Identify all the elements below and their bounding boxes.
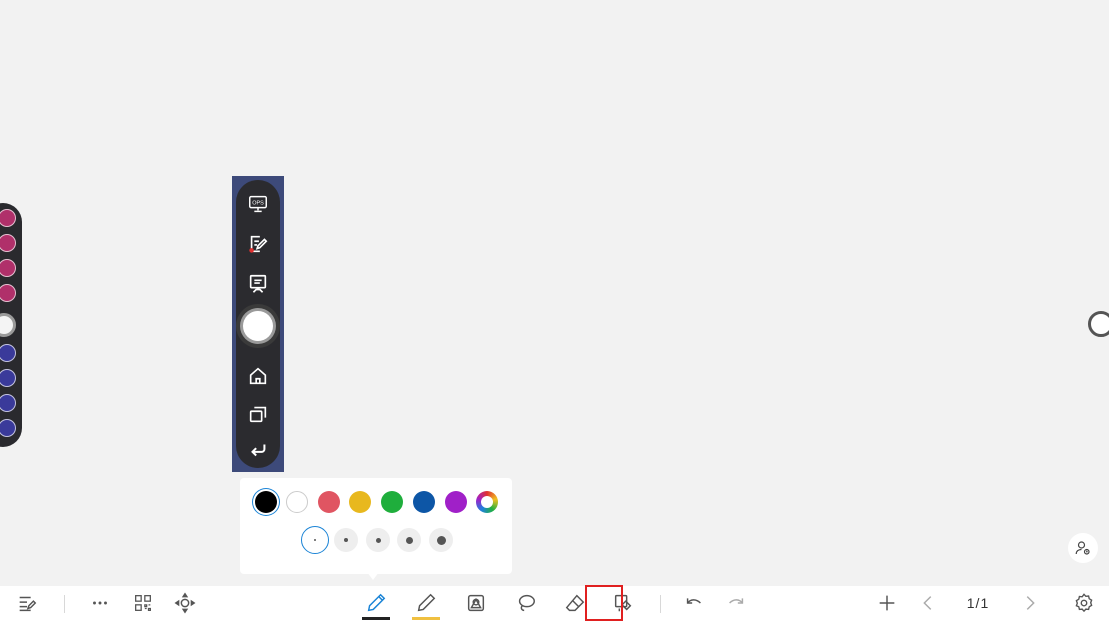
eraser-icon[interactable]	[560, 586, 590, 620]
color-swatch-red[interactable]	[318, 491, 340, 513]
color-swatch-white[interactable]	[286, 491, 308, 513]
menu-list-icon[interactable]	[12, 586, 42, 620]
side-shortcut-strip[interactable]	[0, 203, 22, 447]
move-icon[interactable]	[172, 586, 198, 620]
annotation-icon[interactable]	[240, 226, 276, 262]
lasso-icon[interactable]	[512, 586, 540, 620]
whiteboard-canvas[interactable]	[0, 0, 1109, 586]
side-floating-ball-icon[interactable]	[0, 313, 16, 337]
right-floating-ball-icon[interactable]	[1088, 311, 1109, 337]
side-shortcut-6-icon[interactable]	[0, 369, 16, 387]
color-picker-rainbow[interactable]	[476, 491, 498, 513]
back-icon[interactable]	[240, 432, 276, 468]
whiteboard-icon[interactable]	[240, 266, 276, 302]
color-swatch-green[interactable]	[381, 491, 403, 513]
size-option-m[interactable]	[366, 528, 390, 552]
ops-monitor-icon[interactable]: OPS	[240, 186, 276, 222]
side-shortcut-5-icon[interactable]	[0, 344, 16, 362]
next-page-icon[interactable]	[1018, 586, 1042, 620]
eraser-settings-icon[interactable]	[608, 586, 638, 620]
size-option-s[interactable]	[334, 528, 358, 552]
home-icon[interactable]	[240, 358, 276, 394]
floating-ball-icon[interactable]	[236, 304, 280, 348]
side-shortcut-8-icon[interactable]	[0, 419, 16, 437]
toolbar-divider	[660, 595, 661, 613]
user-login-button[interactable]	[1068, 533, 1098, 563]
side-shortcut-1-icon[interactable]	[0, 209, 16, 227]
page-indicator: 1/1	[956, 586, 1000, 620]
bottom-toolbar: 1/1	[0, 586, 1109, 620]
color-swatch-yellow[interactable]	[349, 491, 371, 513]
ops-label: OPS	[252, 200, 264, 206]
color-swatch-purple[interactable]	[445, 491, 467, 513]
size-option-l[interactable]	[397, 528, 421, 552]
highlighter-icon[interactable]	[412, 586, 440, 620]
quick-menu: OPS	[232, 176, 284, 472]
user-icon	[1075, 541, 1090, 555]
toolbar-divider	[64, 595, 65, 613]
pen-settings-popup	[240, 478, 512, 580]
color-swatch-blue[interactable]	[413, 491, 435, 513]
quick-menu-panel: OPS	[236, 180, 280, 468]
prev-page-icon[interactable]	[916, 586, 940, 620]
page-indicator-text: 1/1	[966, 595, 990, 611]
side-shortcut-3-icon[interactable]	[0, 259, 16, 277]
undo-icon[interactable]	[680, 586, 708, 620]
shape-icon[interactable]	[462, 586, 490, 620]
pen-icon[interactable]	[362, 586, 390, 620]
side-shortcut-4-icon[interactable]	[0, 284, 16, 302]
popup-pointer	[367, 572, 379, 580]
color-swatch-black[interactable]	[255, 491, 277, 513]
multitask-icon[interactable]	[240, 396, 276, 432]
size-option-xl[interactable]	[429, 528, 453, 552]
more-icon[interactable]	[88, 586, 112, 620]
settings-icon[interactable]	[1070, 586, 1098, 620]
side-shortcut-7-icon[interactable]	[0, 394, 16, 412]
redo-icon[interactable]	[722, 586, 750, 620]
add-page-icon[interactable]	[874, 586, 900, 620]
qr-code-icon[interactable]	[130, 586, 156, 620]
size-option-xs[interactable]	[301, 526, 329, 554]
side-shortcut-2-icon[interactable]	[0, 234, 16, 252]
